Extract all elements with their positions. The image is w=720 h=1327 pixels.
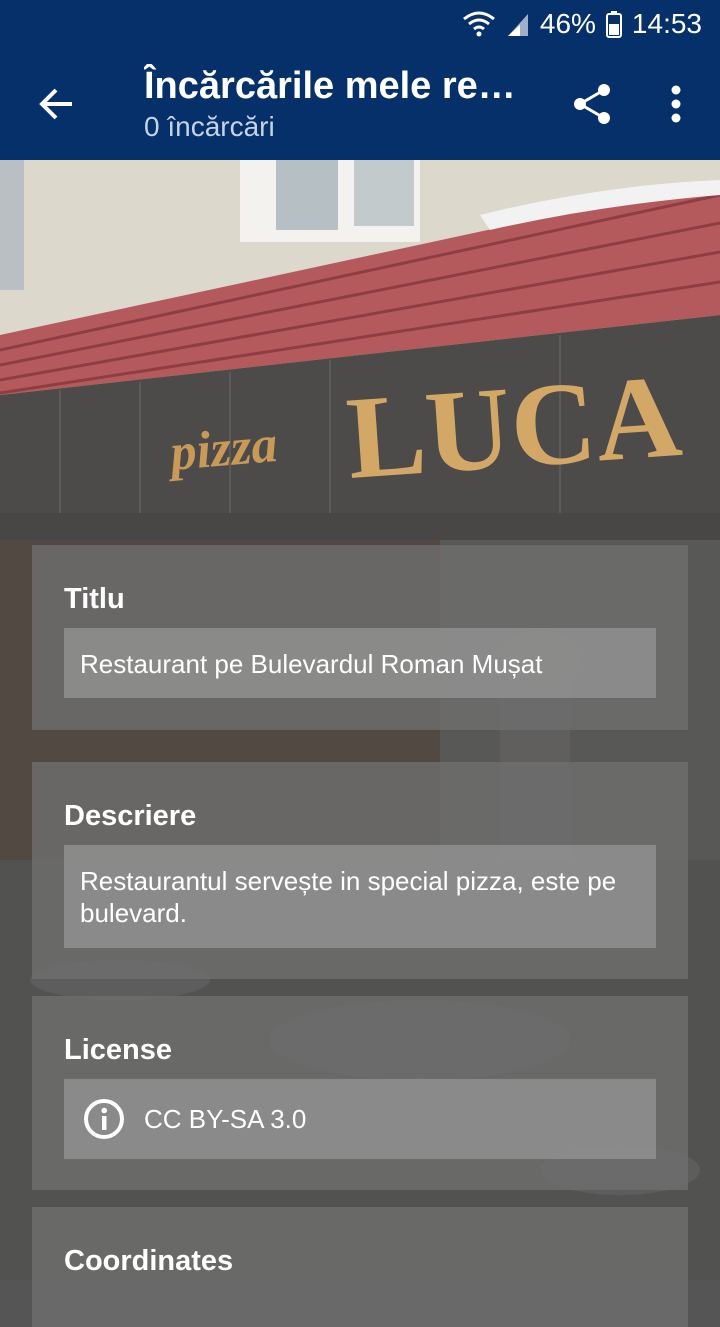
sign-text-big: LUCA: [343, 350, 686, 504]
page-subtitle: 0 încărcări: [144, 111, 275, 142]
signal-icon: [506, 10, 530, 38]
description-label: Descriere: [64, 800, 197, 832]
license-label: License: [64, 1034, 172, 1066]
more-vert-icon: [671, 85, 681, 123]
status-bar: 46% 14:53: [0, 0, 720, 48]
license-value: CC BY-SA 3.0: [144, 1104, 307, 1134]
coordinates-label: Coordinates: [64, 1245, 234, 1277]
title-value: Restaurant pe Bulevardul Roman Mușat: [80, 649, 543, 679]
description-value: Restaurantul servește in special pizza, …: [80, 866, 617, 928]
info-icon: [84, 1099, 124, 1139]
sign-text-small: pizza: [164, 416, 279, 482]
license-field[interactable]: CC BY-SA 3.0: [64, 1079, 656, 1159]
clock: 14:53: [631, 8, 702, 39]
back-button[interactable]: [22, 70, 90, 138]
battery-percent: 46%: [539, 8, 596, 39]
description-field[interactable]: Restaurantul servește in special pizza, …: [64, 845, 656, 948]
app-bar-titles: Încărcările mele rec… 0 încărcări: [144, 64, 534, 146]
share-icon: [574, 84, 610, 124]
page-title: Încărcările mele rec…: [144, 65, 534, 107]
status-icons: 46% 14:53: [462, 6, 702, 42]
title-field[interactable]: Restaurant pe Bulevardul Roman Mușat: [64, 628, 656, 698]
coordinates-card: Coordinates: [32, 1207, 688, 1327]
wifi-icon: [462, 10, 496, 38]
app-bar: Încărcările mele rec… 0 încărcări: [0, 48, 720, 160]
license-card: License CC BY-SA 3.0: [32, 996, 688, 1190]
back-arrow-icon: [39, 88, 72, 120]
more-options-button[interactable]: [650, 76, 702, 132]
description-card: Descriere Restaurantul servește in speci…: [32, 762, 688, 979]
title-label: Titlu: [64, 583, 125, 615]
share-button[interactable]: [564, 76, 620, 132]
title-card: Titlu Restaurant pe Bulevardul Roman Muș…: [32, 545, 688, 730]
battery-icon: [605, 10, 622, 38]
